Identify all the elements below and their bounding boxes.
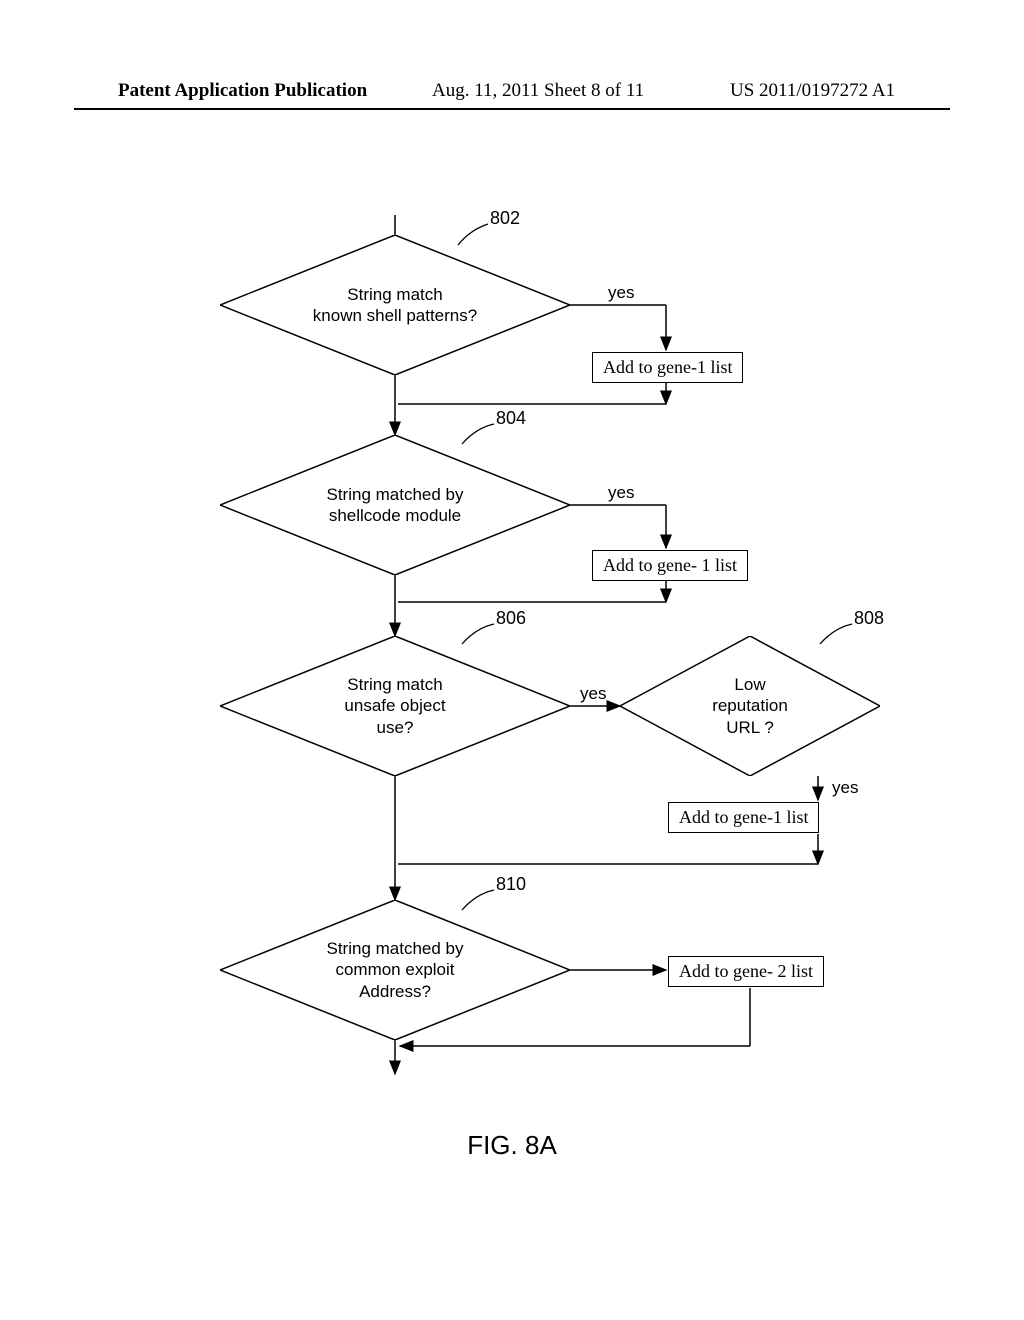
decision-810-text: String matched bycommon exploitAddress? xyxy=(286,938,503,1002)
figure-caption: FIG. 8A xyxy=(0,1130,1024,1161)
box-gene2: Add to gene- 2 list xyxy=(668,956,824,987)
decision-806: String matchunsafe objectuse? xyxy=(220,636,570,776)
decision-802: String matchknown shell patterns? xyxy=(220,235,570,375)
label-yes-804: yes xyxy=(608,483,634,503)
ref-806: 806 xyxy=(496,608,526,629)
ref-810: 810 xyxy=(496,874,526,895)
ref-808: 808 xyxy=(854,608,884,629)
label-yes-806: yes xyxy=(580,684,606,704)
decision-802-text: String matchknown shell patterns? xyxy=(273,284,517,327)
decision-808: LowreputationURL ? xyxy=(620,636,880,776)
label-yes-808: yes xyxy=(832,778,858,798)
box-gene1-b: Add to gene- 1 list xyxy=(592,550,748,581)
decision-806-text: String matchunsafe objectuse? xyxy=(304,674,485,738)
decision-810: String matched bycommon exploitAddress? xyxy=(220,900,570,1040)
label-yes-802: yes xyxy=(608,283,634,303)
decision-804-text: String matched byshellcode module xyxy=(286,484,503,527)
ref-802: 802 xyxy=(490,208,520,229)
decision-804: String matched byshellcode module xyxy=(220,435,570,575)
box-gene1-c: Add to gene-1 list xyxy=(668,802,819,833)
decision-808-text: LowreputationURL ? xyxy=(672,674,828,738)
figure-8a: String matchknown shell patterns? 802 ye… xyxy=(0,0,1024,1320)
box-gene1-a: Add to gene-1 list xyxy=(592,352,743,383)
ref-804: 804 xyxy=(496,408,526,429)
